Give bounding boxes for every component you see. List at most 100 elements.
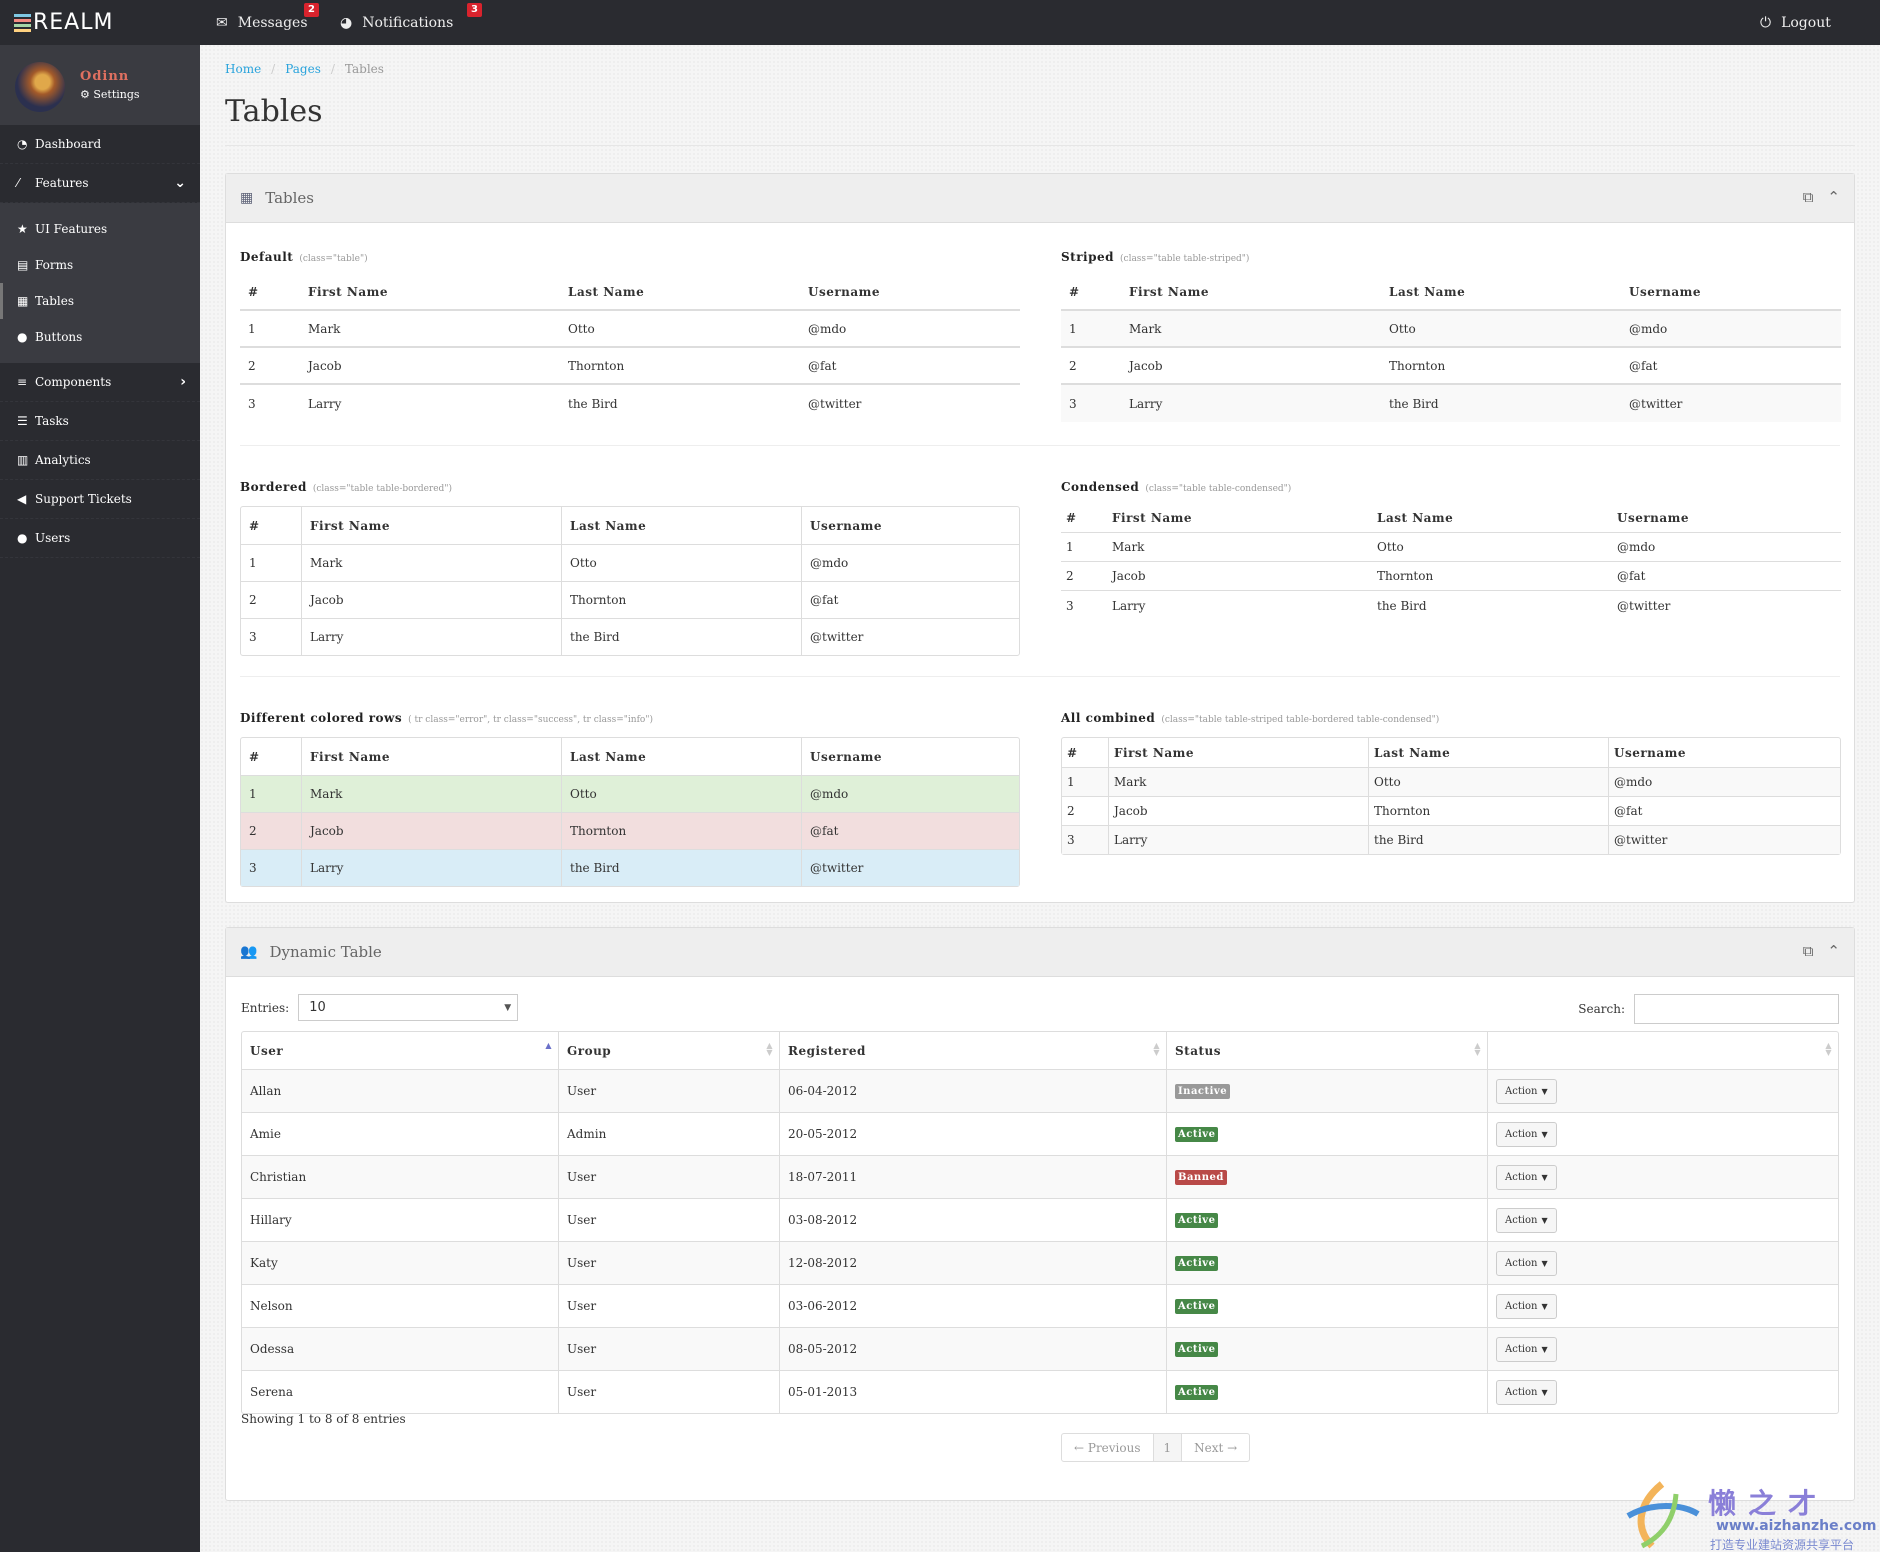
cell-status: Inactive (1166, 1069, 1487, 1112)
action-dropdown-button[interactable]: Action ▼ (1496, 1207, 1557, 1233)
table-cell: Otto (1381, 311, 1621, 348)
action-dropdown-button[interactable]: Action ▼ (1496, 1293, 1557, 1319)
settings-link[interactable]: ⚙ Settings (80, 88, 140, 101)
app-logo[interactable]: REALM (14, 10, 113, 35)
column-header: First Name (1121, 274, 1381, 311)
list-alt-icon: ▤ (17, 258, 29, 272)
action-dropdown-button[interactable]: Action ▼ (1496, 1379, 1557, 1405)
table-row: 3 Larry the Bird @twitter (1062, 825, 1840, 854)
bordered-table-section: Bordered (class="table table-bordered") #… (240, 480, 1020, 656)
sortable-column-header[interactable]: Group ▲ ▼ (558, 1032, 779, 1069)
table-cell: Otto (561, 775, 801, 812)
status-badge: Inactive (1175, 1084, 1231, 1099)
external-link-icon[interactable]: ⧉ (1803, 942, 1814, 960)
sortable-column-header[interactable]: User ▲ (242, 1032, 558, 1069)
table-cell: Thornton (561, 581, 801, 618)
cell-registered: 12-08-2012 (779, 1241, 1166, 1284)
entries-select[interactable]: 10 ▼ (298, 994, 519, 1021)
chevron-up-icon[interactable]: ⌃ (1827, 188, 1840, 206)
condensed-table-section: Condensed (class="table table-condensed")… (1061, 480, 1841, 620)
breadcrumb-separator: / (271, 62, 276, 76)
panel-header: 👥 Dynamic Table ⧉ ⌃ (226, 928, 1854, 977)
tasks-icon: ☰ (17, 414, 28, 428)
cell-status: Active (1166, 1370, 1487, 1413)
caret-down-icon: ▼ (1541, 1086, 1548, 1096)
envelope-icon: ✉ (216, 14, 228, 31)
action-dropdown-button[interactable]: Action ▼ (1496, 1250, 1557, 1276)
table-row: 2 Jacob Thornton @fat (240, 348, 1020, 385)
sidebar-item-ui-features[interactable]: ★ UI Features (0, 211, 200, 247)
column-header: # (249, 749, 260, 764)
user-icon: ● (17, 531, 28, 545)
colored-rows-table: # First Name Last Name Username 1 Mark Otto @md… (240, 737, 1020, 887)
breadcrumb-separator: / (330, 62, 335, 76)
action-dropdown-button[interactable]: Action ▼ (1496, 1336, 1557, 1362)
messages-link[interactable]: ✉ Messages 2 (216, 0, 319, 45)
sidebar-item-users[interactable]: ● Users (0, 519, 200, 558)
sidebar-item-components[interactable]: ≡ Components › (0, 363, 200, 402)
next-button[interactable]: Next → (1181, 1434, 1249, 1461)
table-cell: @fat (1608, 796, 1840, 825)
notifications-link[interactable]: ◕ Notifications 3 (340, 0, 482, 45)
sortable-column-header[interactable]: ▲ ▼ (1487, 1032, 1838, 1069)
cell-group: Admin (558, 1112, 779, 1155)
watermark-title: 懒之才 (1708, 1487, 1829, 1520)
page-1-button[interactable]: 1 (1152, 1434, 1182, 1461)
status-badge: Banned (1175, 1170, 1227, 1185)
cell-group: User (558, 1198, 779, 1241)
cell-registered: 18-07-2011 (779, 1155, 1166, 1198)
table-cell: Otto (561, 544, 801, 581)
column-header: Last Name (561, 738, 801, 775)
watermark: 懒之才 www.aizhanzhe.com 打造专业建站资源共享平台 (1622, 1480, 1876, 1552)
column-header: First Name (1107, 504, 1372, 533)
table-cell: Jacob (300, 348, 560, 385)
table-cell: Mark (1107, 533, 1372, 562)
sidebar-item-buttons[interactable]: ● Buttons (0, 319, 200, 355)
table-cell: Jacob (1121, 348, 1381, 385)
cell-group: User (558, 1241, 779, 1284)
cell-status: Active (1166, 1241, 1487, 1284)
sidebar-item-forms[interactable]: ▤ Forms (0, 247, 200, 283)
entries-label: Entries: (241, 1000, 290, 1015)
sidebar-item-tables[interactable]: ▦ Tables (0, 283, 200, 319)
cell-user: Hillary (242, 1198, 558, 1241)
cell-registered: 20-05-2012 (779, 1112, 1166, 1155)
sortable-column-header[interactable]: Registered ▲ ▼ (779, 1032, 1166, 1069)
cell-group: User (558, 1155, 779, 1198)
sidebar-item-tasks[interactable]: ☰ Tasks (0, 402, 200, 441)
column-header: Last Name (1368, 738, 1608, 767)
cell-user: Odessa (242, 1327, 558, 1370)
breadcrumb-pages[interactable]: Pages (285, 62, 321, 76)
sidebar-item-analytics[interactable]: ▥ Analytics (0, 441, 200, 480)
table-cell: @twitter (801, 618, 1019, 655)
previous-button[interactable]: ← Previous (1062, 1434, 1153, 1461)
status-badge: Active (1175, 1342, 1219, 1357)
avatar[interactable] (15, 62, 65, 112)
table-row: 3 Larry the Bird @twitter (1061, 591, 1841, 620)
sidebar-item-support-tickets[interactable]: ◀ Support Tickets (0, 480, 200, 519)
action-dropdown-button[interactable]: Action ▼ (1496, 1164, 1557, 1190)
search-input[interactable] (1634, 994, 1839, 1024)
table-cell: Mark (301, 544, 561, 581)
column-header: # (249, 518, 260, 533)
profile-name[interactable]: Odinn (80, 69, 129, 84)
table-cell: 1 (241, 544, 301, 581)
action-dropdown-button[interactable]: Action ▼ (1496, 1078, 1557, 1104)
action-dropdown-button[interactable]: Action ▼ (1496, 1121, 1557, 1147)
breadcrumb-home[interactable]: Home (225, 62, 261, 76)
external-link-icon[interactable]: ⧉ (1803, 188, 1814, 206)
sidebar-item-dashboard[interactable]: ◔ Dashboard (0, 125, 200, 164)
chevron-up-icon[interactable]: ⌃ (1827, 942, 1840, 960)
logout-button[interactable]: ⏻ Logout (1760, 0, 1831, 45)
table-row: 1 Mark Otto @mdo (1062, 767, 1840, 796)
table-cell: Mark (1108, 767, 1368, 796)
sidebar-item-features[interactable]: ⁄ Features ⌄ (0, 164, 200, 203)
table-row: 2 Jacob Thornton @fat (1061, 562, 1841, 591)
sortable-column-header[interactable]: Status ▲ ▼ (1166, 1032, 1487, 1069)
column-header: # (1061, 274, 1121, 311)
cell-user: Amie (242, 1112, 558, 1155)
table-cell: @twitter (808, 396, 862, 411)
cell-user: Serena (242, 1370, 558, 1413)
column-header: Username (801, 738, 1019, 775)
table-cell: @fat (801, 581, 1019, 618)
